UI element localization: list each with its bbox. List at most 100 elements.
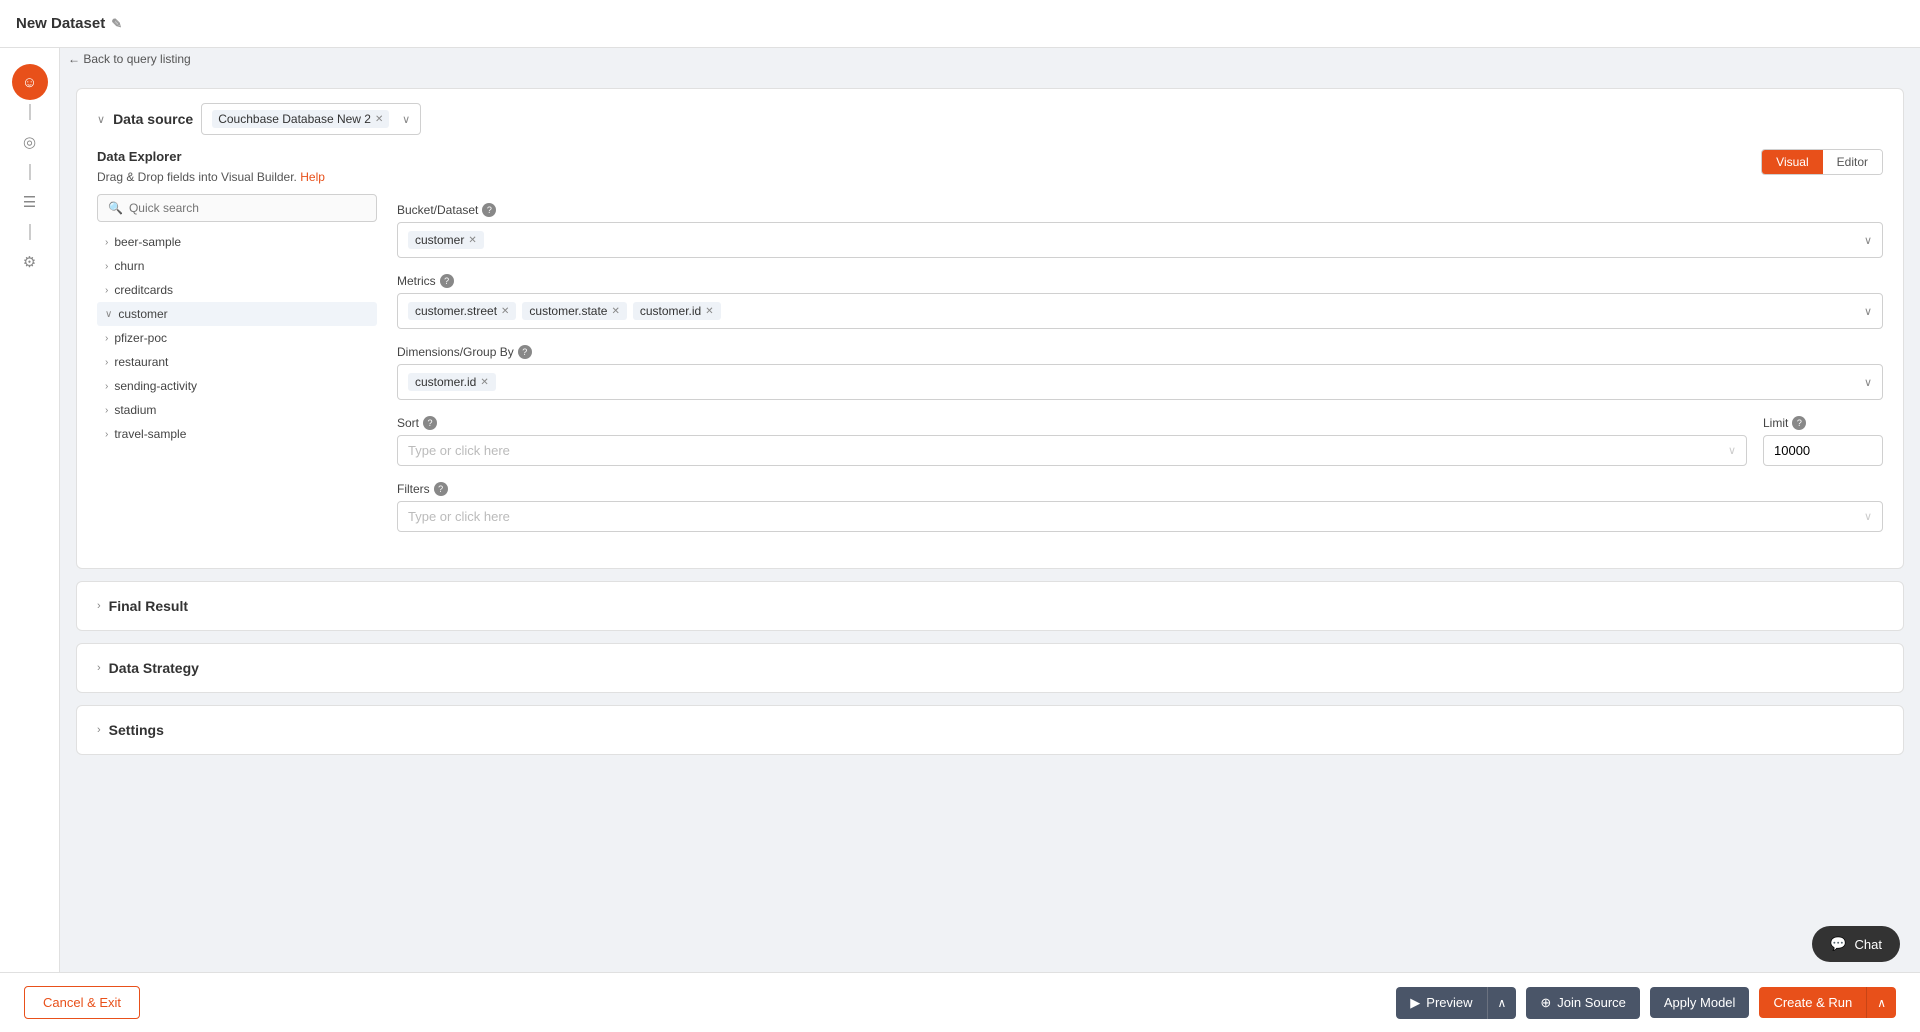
final-result-header[interactable]: › Final Result	[77, 582, 1903, 630]
data-explorer-right: Visual Editor Bucket/Dataset ? customer …	[397, 149, 1883, 548]
dimensions-input[interactable]: customer.id ✕ ∨	[397, 364, 1883, 400]
search-input[interactable]	[129, 201, 366, 215]
create-run-dropdown-button[interactable]: ∧	[1866, 987, 1896, 1018]
play-icon: ▶	[1410, 995, 1420, 1011]
tree-item-creditcards[interactable]: › creditcards	[97, 278, 377, 302]
metric-tag-id: customer.id ✕	[633, 302, 721, 320]
sidebar-icon-eye[interactable]: ◎	[12, 124, 48, 160]
ds-select-chevron-icon: ∨	[402, 113, 410, 126]
metric-tag-state-remove[interactable]: ✕	[611, 306, 619, 317]
filters-help-icon[interactable]: ?	[434, 482, 448, 496]
data-explorer-subtitle: Drag & Drop fields into Visual Builder. …	[97, 170, 377, 184]
limit-label: Limit ?	[1763, 416, 1883, 430]
data-source-select[interactable]: Couchbase Database New 2 ✕ ∨	[201, 103, 421, 135]
bucket-label: Bucket/Dataset ?	[397, 203, 1883, 217]
help-link[interactable]: Help	[300, 170, 325, 184]
settings-section: › Settings	[76, 705, 1904, 755]
sort-chevron-icon: ∨	[1728, 444, 1736, 457]
left-sidebar: ☺ ◎ ☰ ⚙	[0, 48, 60, 972]
ds-tag: Couchbase Database New 2 ✕	[212, 110, 389, 128]
tree-list: › beer-sample › churn › creditcards ∨ cu…	[97, 230, 377, 446]
sort-help-icon[interactable]: ?	[423, 416, 437, 430]
filters-chevron-icon: ∨	[1864, 510, 1872, 523]
limit-input[interactable]	[1763, 435, 1883, 466]
data-strategy-title: Data Strategy	[109, 660, 199, 676]
tree-chevron-icon: ›	[105, 333, 108, 344]
filters-input[interactable]: Type or click here ∨	[397, 501, 1883, 532]
sidebar-icon-user[interactable]: ☺	[12, 64, 48, 100]
limit-col: Limit ?	[1763, 416, 1883, 466]
tree-item-churn[interactable]: › churn	[97, 254, 377, 278]
sort-label: Sort ?	[397, 416, 1747, 430]
sort-input[interactable]: Type or click here ∨	[397, 435, 1747, 466]
bottom-toolbar: Cancel & Exit ▶ Preview ∧ ⊕ Join Source …	[0, 972, 1920, 1032]
chat-icon: 💬	[1830, 936, 1846, 952]
data-source-title: Data source	[113, 111, 193, 127]
metrics-help-icon[interactable]: ?	[440, 274, 454, 288]
tree-item-travel-sample[interactable]: › travel-sample	[97, 422, 377, 446]
data-strategy-header[interactable]: › Data Strategy	[77, 644, 1903, 692]
tree-chevron-icon: ›	[105, 237, 108, 248]
bucket-input[interactable]: customer ✕ ∨	[397, 222, 1883, 258]
create-run-button[interactable]: Create & Run	[1759, 987, 1866, 1018]
tree-chevron-icon: ›	[105, 261, 108, 272]
settings-chevron-icon: ›	[97, 724, 101, 736]
search-icon: 🔍	[108, 201, 123, 215]
tree-item-beer-sample[interactable]: › beer-sample	[97, 230, 377, 254]
preview-dropdown-button[interactable]: ∧	[1487, 987, 1517, 1019]
final-result-section: › Final Result	[76, 581, 1904, 631]
metric-tag-id-remove[interactable]: ✕	[705, 306, 713, 317]
bucket-tag-remove-icon[interactable]: ✕	[468, 235, 476, 246]
tree-item-stadium[interactable]: › stadium	[97, 398, 377, 422]
chat-button[interactable]: 💬 Chat	[1812, 926, 1900, 962]
data-explorer-left: Data Explorer Drag & Drop fields into Vi…	[97, 149, 377, 548]
preview-button[interactable]: ▶ Preview	[1396, 987, 1486, 1019]
join-source-button[interactable]: ⊕ Join Source	[1526, 987, 1640, 1019]
visual-button[interactable]: Visual	[1762, 150, 1822, 174]
apply-model-button[interactable]: Apply Model	[1650, 987, 1750, 1018]
dimension-tag-id-remove[interactable]: ✕	[480, 377, 488, 388]
search-box[interactable]: 🔍	[97, 194, 377, 222]
dimension-tag-id: customer.id ✕	[408, 373, 496, 391]
metrics-row: Metrics ? customer.street ✕ customer.sta…	[397, 274, 1883, 329]
top-bar: New Dataset ✎	[0, 0, 1920, 48]
tree-item-customer[interactable]: ∨ customer	[97, 302, 377, 326]
bucket-help-icon[interactable]: ?	[482, 203, 496, 217]
tree-item-pfizer-poc[interactable]: › pfizer-poc	[97, 326, 377, 350]
sidebar-icon-gear[interactable]: ⚙	[12, 244, 48, 280]
tree-item-restaurant[interactable]: › restaurant	[97, 350, 377, 374]
page-title-area: New Dataset ✎	[16, 15, 122, 32]
final-result-title: Final Result	[109, 598, 188, 614]
sidebar-connector-1	[29, 104, 31, 120]
sort-limit-row: Sort ? Type or click here ∨ Limit ?	[397, 416, 1883, 466]
metric-tag-street-remove[interactable]: ✕	[501, 306, 509, 317]
join-icon: ⊕	[1540, 995, 1551, 1011]
ds-select-value: Couchbase Database New 2 ✕	[212, 110, 396, 128]
sort-col: Sort ? Type or click here ∨	[397, 416, 1747, 466]
data-source-chevron: ∨	[97, 113, 105, 126]
tree-chevron-icon: ›	[105, 285, 108, 296]
dimensions-chevron-icon: ∨	[1864, 376, 1872, 389]
sidebar-connector-2	[29, 164, 31, 180]
cancel-exit-button[interactable]: Cancel & Exit	[24, 986, 140, 1019]
filters-label: Filters ?	[397, 482, 1883, 496]
tree-chevron-icon: ∨	[105, 309, 112, 320]
edit-title-icon[interactable]: ✎	[111, 16, 122, 32]
ds-tag-remove-icon[interactable]: ✕	[375, 114, 383, 125]
back-link[interactable]: ← Back to query listing	[68, 52, 191, 66]
tree-chevron-icon: ›	[105, 357, 108, 368]
main-content: ∨ Data source Couchbase Database New 2 ✕…	[60, 48, 1920, 1032]
tree-item-sending-activity[interactable]: › sending-activity	[97, 374, 377, 398]
limit-help-icon[interactable]: ?	[1792, 416, 1806, 430]
settings-header[interactable]: › Settings	[77, 706, 1903, 754]
metrics-label: Metrics ?	[397, 274, 1883, 288]
data-source-section: ∨ Data source Couchbase Database New 2 ✕…	[76, 88, 1904, 569]
data-strategy-chevron-icon: ›	[97, 662, 101, 674]
visual-editor-toggle: Visual Editor	[1761, 149, 1883, 175]
dimensions-help-icon[interactable]: ?	[518, 345, 532, 359]
data-source-header[interactable]: ∨ Data source Couchbase Database New 2 ✕…	[77, 89, 1903, 149]
editor-button[interactable]: Editor	[1823, 150, 1882, 174]
sidebar-icon-list[interactable]: ☰	[12, 184, 48, 220]
metrics-input[interactable]: customer.street ✕ customer.state ✕ custo…	[397, 293, 1883, 329]
tree-chevron-icon: ›	[105, 429, 108, 440]
